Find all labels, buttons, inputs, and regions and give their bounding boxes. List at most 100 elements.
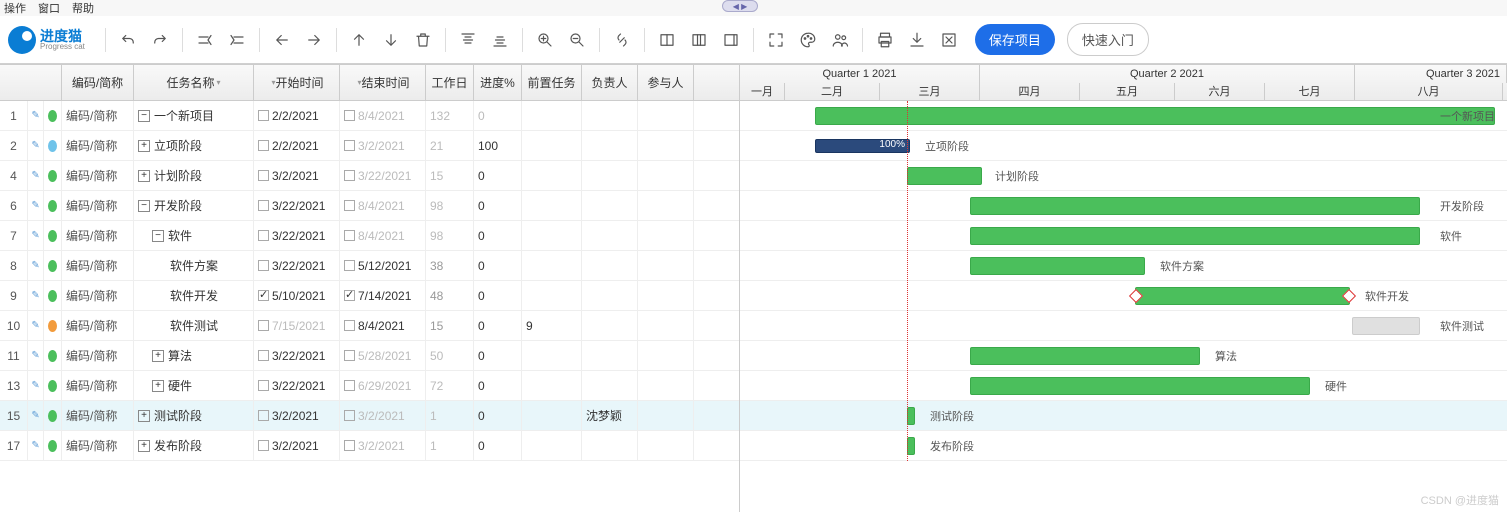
expand-icon[interactable]: − xyxy=(138,110,150,122)
start-date-cell[interactable]: 2/2/2021 xyxy=(254,101,340,130)
checkbox-icon[interactable] xyxy=(258,200,269,211)
predecessor-cell[interactable] xyxy=(522,221,582,250)
workdays-cell[interactable]: 21 xyxy=(426,131,474,160)
progress-cell[interactable]: 0 xyxy=(474,191,522,220)
participant-cell[interactable] xyxy=(638,401,694,430)
menu-win[interactable]: 窗口 xyxy=(38,0,60,16)
code-cell[interactable]: 编码/简称 xyxy=(62,191,134,220)
print-icon[interactable] xyxy=(871,26,899,54)
predecessor-cell[interactable] xyxy=(522,281,582,310)
table-row[interactable]: 6✎编码/简称−开发阶段3/22/20218/4/2021980 xyxy=(0,191,739,221)
end-date-cell[interactable]: 8/4/2021 xyxy=(340,221,426,250)
checkbox-icon[interactable] xyxy=(258,290,269,301)
edit-icon[interactable]: ✎ xyxy=(28,311,44,340)
undo-icon[interactable] xyxy=(114,26,142,54)
edit-icon[interactable]: ✎ xyxy=(28,101,44,130)
code-cell[interactable]: 编码/简称 xyxy=(62,101,134,130)
workdays-cell[interactable]: 15 xyxy=(426,161,474,190)
checkbox-icon[interactable] xyxy=(344,140,355,151)
participant-cell[interactable] xyxy=(638,311,694,340)
progress-cell[interactable]: 0 xyxy=(474,371,522,400)
quickstart-button[interactable]: 快速入门 xyxy=(1067,23,1149,56)
owner-cell[interactable] xyxy=(582,191,638,220)
start-date-cell[interactable]: 7/15/2021 xyxy=(254,311,340,340)
participant-cell[interactable] xyxy=(638,131,694,160)
edit-icon[interactable]: ✎ xyxy=(28,221,44,250)
table-row[interactable]: 15✎编码/简称+测试阶段3/2/20213/2/202110沈梦颖 xyxy=(0,401,739,431)
checkbox-icon[interactable] xyxy=(344,170,355,181)
table-row[interactable]: 10✎编码/简称软件测试7/15/20218/4/20211509 xyxy=(0,311,739,341)
edit-icon[interactable]: ✎ xyxy=(28,371,44,400)
name-cell[interactable]: +测试阶段 xyxy=(134,401,254,430)
participant-cell[interactable] xyxy=(638,251,694,280)
end-date-cell[interactable]: 8/4/2021 xyxy=(340,191,426,220)
gantt-row[interactable]: 软件开发 xyxy=(740,281,1507,311)
gantt-bar[interactable] xyxy=(970,227,1420,245)
progress-cell[interactable]: 100 xyxy=(474,131,522,160)
gantt-row[interactable]: 测试阶段 xyxy=(740,401,1507,431)
owner-cell[interactable] xyxy=(582,101,638,130)
checkbox-icon[interactable] xyxy=(258,110,269,121)
progress-cell[interactable]: 0 xyxy=(474,101,522,130)
gantt-bar[interactable] xyxy=(970,257,1145,275)
workdays-cell[interactable]: 50 xyxy=(426,341,474,370)
participant-cell[interactable] xyxy=(638,191,694,220)
expand-icon[interactable]: + xyxy=(152,380,164,392)
excel-icon[interactable] xyxy=(935,26,963,54)
predecessor-cell[interactable] xyxy=(522,341,582,370)
layout1-icon[interactable] xyxy=(653,26,681,54)
progress-cell[interactable]: 0 xyxy=(474,401,522,430)
expand-icon[interactable]: + xyxy=(138,170,150,182)
code-cell[interactable]: 编码/简称 xyxy=(62,371,134,400)
start-date-cell[interactable]: 3/2/2021 xyxy=(254,431,340,460)
fullscreen-icon[interactable] xyxy=(762,26,790,54)
table-row[interactable]: 17✎编码/简称+发布阶段3/2/20213/2/202110 xyxy=(0,431,739,461)
owner-cell[interactable] xyxy=(582,131,638,160)
checkbox-icon[interactable] xyxy=(258,260,269,271)
align-top-icon[interactable] xyxy=(454,26,482,54)
col-part[interactable]: 参与人 xyxy=(638,65,694,100)
progress-cell[interactable]: 0 xyxy=(474,311,522,340)
owner-cell[interactable] xyxy=(582,341,638,370)
arrow-down-icon[interactable] xyxy=(377,26,405,54)
workdays-cell[interactable]: 1 xyxy=(426,401,474,430)
col-start[interactable]: ▾开始时间 xyxy=(254,65,340,100)
progress-cell[interactable]: 0 xyxy=(474,161,522,190)
col-work[interactable]: 工作日 xyxy=(426,65,474,100)
checkbox-icon[interactable] xyxy=(344,440,355,451)
owner-cell[interactable] xyxy=(582,311,638,340)
code-cell[interactable]: 编码/简称 xyxy=(62,131,134,160)
link-icon[interactable] xyxy=(608,26,636,54)
checkbox-icon[interactable] xyxy=(258,170,269,181)
outdent-icon[interactable] xyxy=(191,26,219,54)
participant-cell[interactable] xyxy=(638,161,694,190)
predecessor-cell[interactable] xyxy=(522,161,582,190)
name-cell[interactable]: 软件测试 xyxy=(134,311,254,340)
participant-cell[interactable] xyxy=(638,221,694,250)
edit-icon[interactable]: ✎ xyxy=(28,131,44,160)
predecessor-cell[interactable] xyxy=(522,101,582,130)
gantt-row[interactable]: 软件测试 xyxy=(740,311,1507,341)
checkbox-icon[interactable] xyxy=(344,410,355,421)
edit-icon[interactable]: ✎ xyxy=(28,341,44,370)
table-row[interactable]: 1✎编码/简称−一个新项目2/2/20218/4/20211320 xyxy=(0,101,739,131)
table-row[interactable]: 11✎编码/简称+算法3/22/20215/28/2021500 xyxy=(0,341,739,371)
checkbox-icon[interactable] xyxy=(258,350,269,361)
name-cell[interactable]: −开发阶段 xyxy=(134,191,254,220)
end-date-cell[interactable]: 7/14/2021 xyxy=(340,281,426,310)
gantt-bar[interactable] xyxy=(1135,287,1350,305)
name-cell[interactable]: −软件 xyxy=(134,221,254,250)
predecessor-cell[interactable] xyxy=(522,431,582,460)
save-button[interactable]: 保存项目 xyxy=(975,24,1055,55)
gantt-row[interactable]: 软件方案 xyxy=(740,251,1507,281)
end-date-cell[interactable]: 5/28/2021 xyxy=(340,341,426,370)
code-cell[interactable]: 编码/简称 xyxy=(62,251,134,280)
col-progress[interactable]: 进度% xyxy=(474,65,522,100)
checkbox-icon[interactable] xyxy=(344,350,355,361)
end-date-cell[interactable]: 6/29/2021 xyxy=(340,371,426,400)
expand-icon[interactable]: − xyxy=(152,230,164,242)
gantt-bar[interactable] xyxy=(907,167,982,185)
gantt-bar[interactable] xyxy=(970,197,1420,215)
edit-icon[interactable]: ✎ xyxy=(28,401,44,430)
checkbox-icon[interactable] xyxy=(344,380,355,391)
